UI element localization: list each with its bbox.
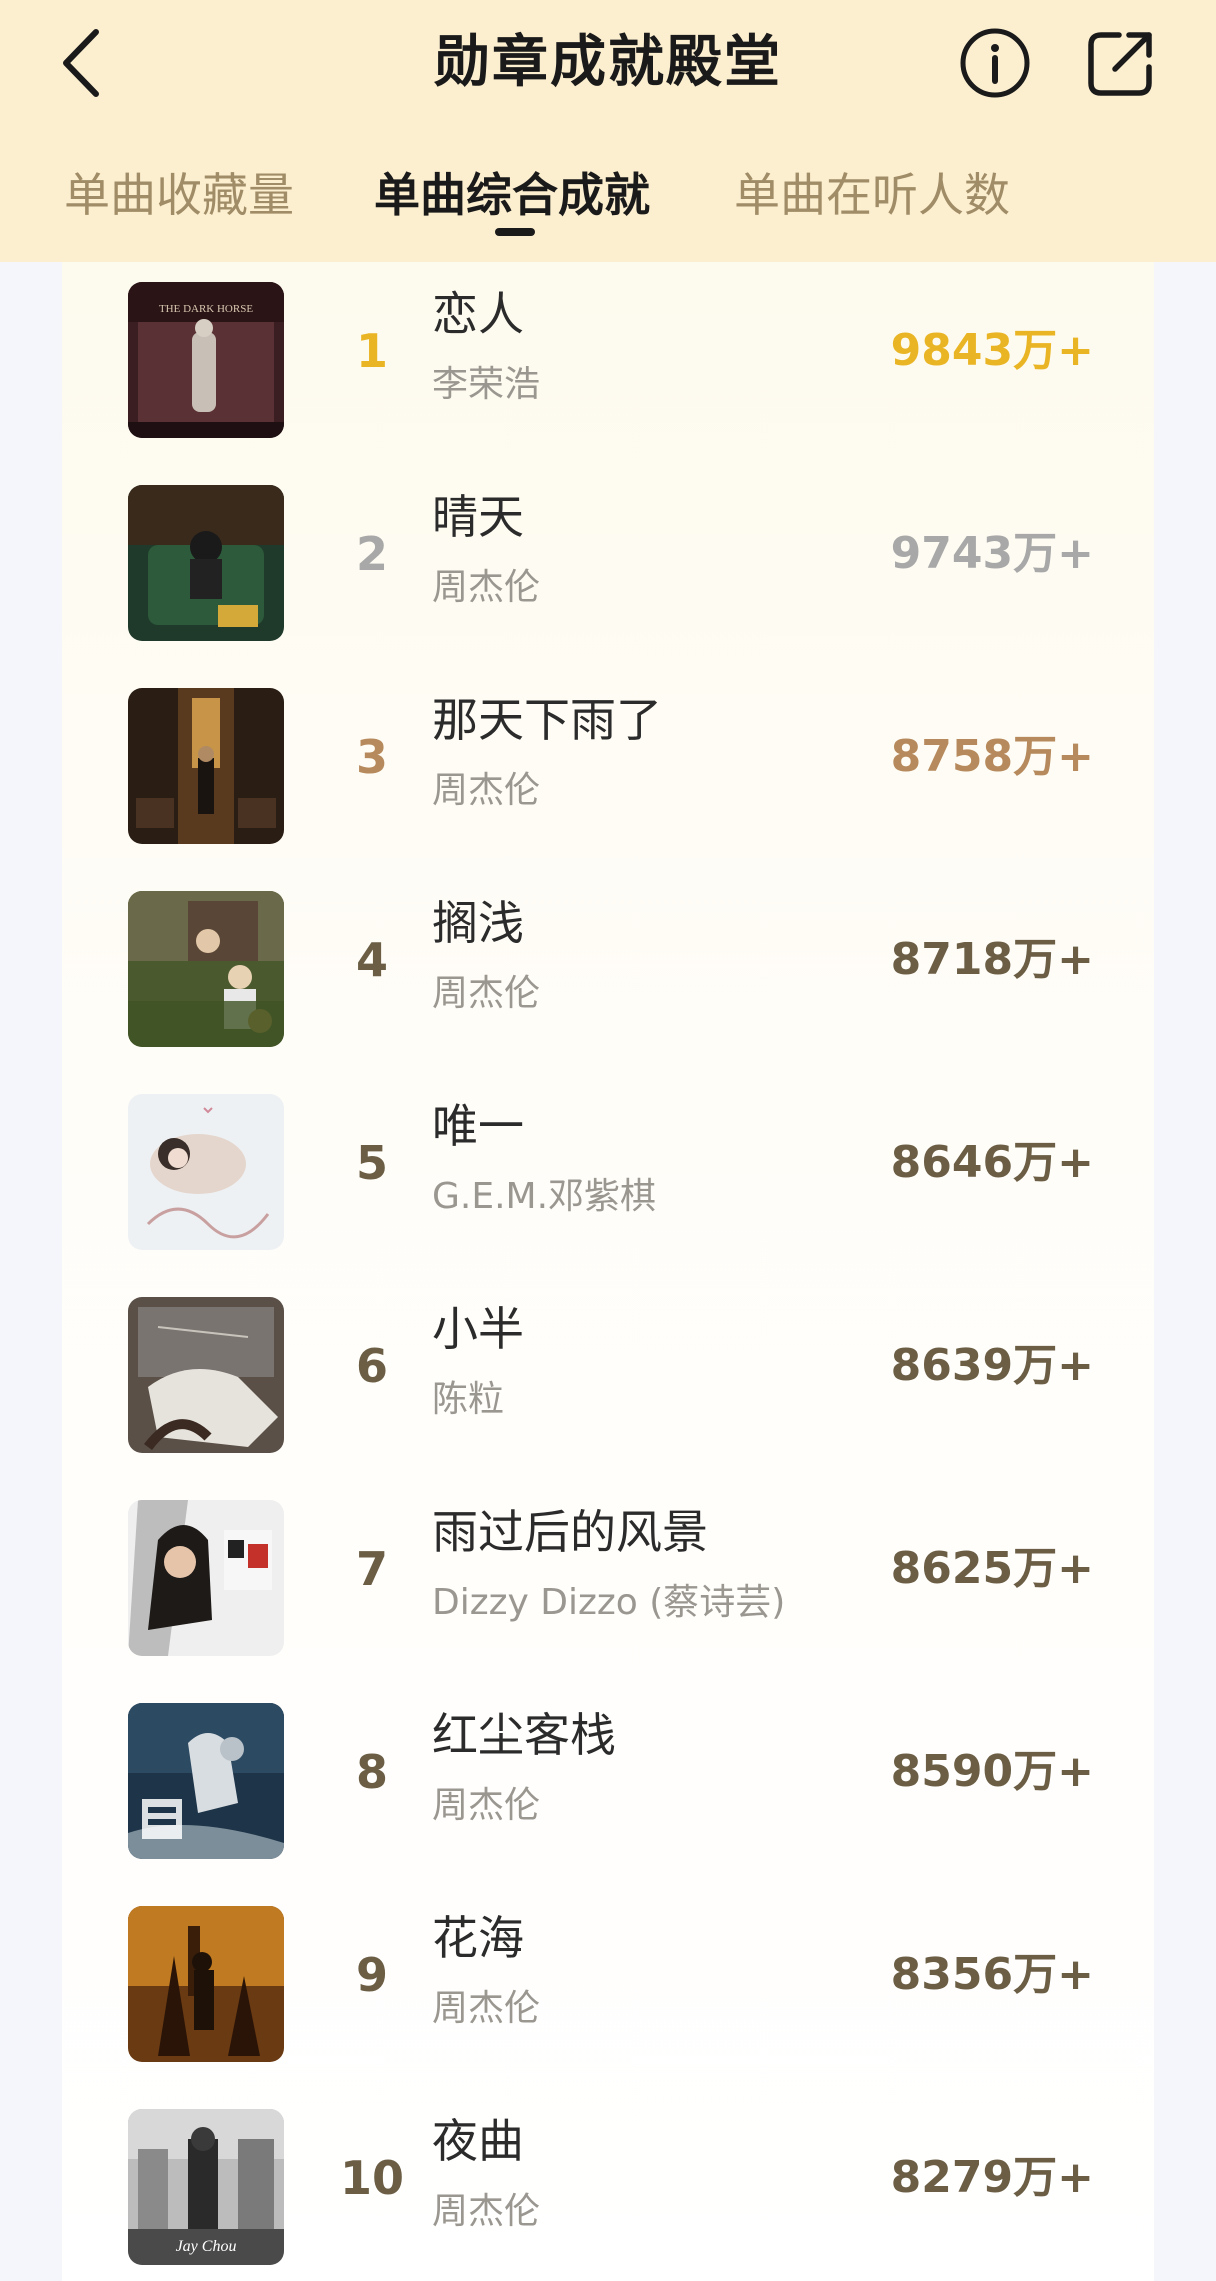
artist-name: 李荣浩: [432, 364, 541, 405]
song-title: 雨过后的风景: [432, 1505, 708, 1559]
rank-number: 3: [355, 730, 388, 784]
achievement-count: 8718万+: [890, 934, 1094, 985]
artist-name: Dizzy Dizzo (蔡诗芸): [432, 1582, 786, 1623]
achievement-count: 8758万+: [890, 731, 1094, 782]
song-title: 恋人: [432, 287, 524, 341]
achievement-count: 8625万+: [890, 1543, 1094, 1594]
ranking-row[interactable]: THE DARK HORSE 1 恋人 李荣浩 9843万+: [62, 272, 1154, 475]
rank-number: 4: [355, 933, 388, 987]
tab-bar: 单曲收藏量 单曲综合成就 单曲在听人数: [0, 160, 1216, 240]
share-button[interactable]: [1084, 26, 1158, 100]
ranking-row[interactable]: 9 花海 周杰伦 8356万+: [62, 1896, 1154, 2099]
share-icon: [1088, 32, 1152, 96]
rank-number: 5: [355, 1136, 388, 1190]
song-title: 红尘客栈: [432, 1708, 616, 1762]
song-title: 那天下雨了: [432, 693, 662, 747]
album-cover: [128, 1094, 284, 1250]
artist-name: 周杰伦: [432, 770, 541, 811]
artist-name: G.E.M.邓紫棋: [432, 1176, 657, 1217]
rank-number: 6: [355, 1339, 388, 1393]
active-tab-indicator: [495, 228, 535, 236]
album-cover: [128, 1297, 284, 1453]
artist-name: 陈粒: [432, 1379, 505, 1420]
album-cover: [128, 1500, 284, 1656]
ranking-row[interactable]: 7 雨过后的风景 Dizzy Dizzo (蔡诗芸) 8625万+: [62, 1490, 1154, 1693]
info-circle-icon: [960, 28, 1030, 98]
song-title: 搁浅: [432, 896, 524, 950]
album-cover: THE DARK HORSE: [128, 282, 284, 438]
achievement-count: 9743万+: [890, 528, 1094, 579]
achievement-count: 8590万+: [890, 1746, 1094, 1797]
ranking-row[interactable]: 5 唯一 G.E.M.邓紫棋 8646万+: [62, 1084, 1154, 1287]
song-title: 小半: [432, 1302, 524, 1356]
ranking-row[interactable]: 4 搁浅 周杰伦 8718万+: [62, 881, 1154, 1084]
rank-number: 2: [355, 527, 388, 581]
tab-listeners[interactable]: 单曲在听人数: [734, 160, 1010, 240]
achievement-count: 8279万+: [890, 2152, 1094, 2203]
song-title: 唯一: [432, 1099, 524, 1153]
ranking-row[interactable]: 8 红尘客栈 周杰伦 8590万+: [62, 1693, 1154, 1896]
ranking-row[interactable]: Jay Chou 10 夜曲 周杰伦 8279万+: [62, 2099, 1154, 2281]
album-cover: [128, 485, 284, 641]
artist-name: 周杰伦: [432, 2191, 541, 2232]
page-title: 勋章成就殿堂: [434, 30, 782, 95]
song-title: 夜曲: [432, 2114, 524, 2168]
ranking-row[interactable]: 2 晴天 周杰伦 9743万+: [62, 475, 1154, 678]
svg-text:Jay Chou: Jay Chou: [176, 2238, 237, 2255]
achievement-count: 8356万+: [890, 1949, 1094, 2000]
achievement-count: 8646万+: [890, 1137, 1094, 1188]
achievement-count: 8639万+: [890, 1340, 1094, 1391]
achievement-count: 9843万+: [890, 325, 1094, 376]
artist-name: 周杰伦: [432, 1785, 541, 1826]
album-cover: [128, 688, 284, 844]
artist-name: 周杰伦: [432, 567, 541, 608]
info-button[interactable]: [958, 26, 1032, 100]
rank-number: 8: [355, 1745, 388, 1799]
song-title: 花海: [432, 1911, 524, 1965]
album-cover: [128, 1906, 284, 2062]
rank-number: 1: [355, 324, 388, 378]
album-cover: [128, 891, 284, 1047]
ranking-row[interactable]: 3 那天下雨了 周杰伦 8758万+: [62, 678, 1154, 881]
album-cover: [128, 1703, 284, 1859]
rank-number: 10: [339, 2151, 404, 2205]
artist-name: 周杰伦: [432, 973, 541, 1014]
rank-number: 9: [355, 1948, 388, 2002]
ranking-list: THE DARK HORSE 1 恋人 李荣浩 9843万+ 2 晴天 周杰伦 …: [62, 262, 1154, 2281]
ranking-row[interactable]: 6 小半 陈粒 8639万+: [62, 1287, 1154, 1490]
rank-number: 7: [355, 1542, 388, 1596]
song-title: 晴天: [432, 490, 524, 544]
album-cover: Jay Chou: [128, 2109, 284, 2265]
tab-favorites[interactable]: 单曲收藏量: [64, 160, 294, 240]
artist-name: 周杰伦: [432, 1988, 541, 2029]
top-header: 勋章成就殿堂 单曲收藏量 单曲综合成就 单曲在听人数: [0, 0, 1216, 262]
svg-text:THE DARK HORSE: THE DARK HORSE: [159, 303, 253, 315]
